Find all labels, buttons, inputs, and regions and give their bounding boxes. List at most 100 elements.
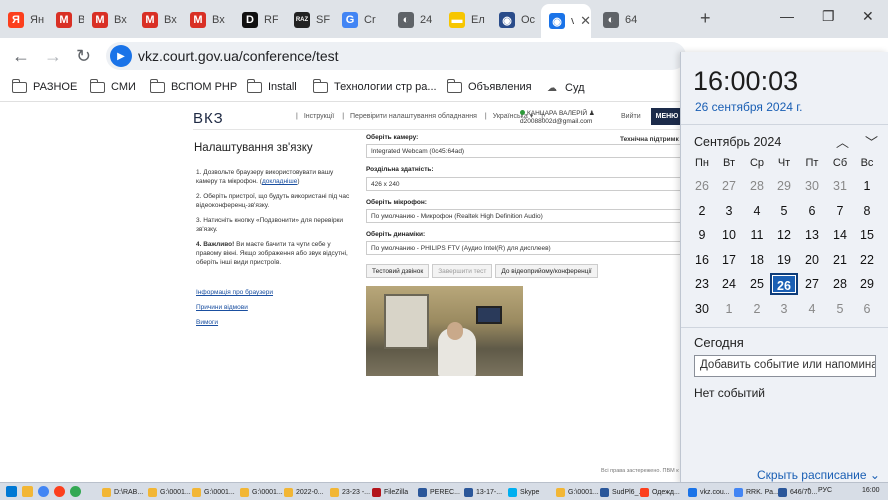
calendar-day[interactable]: 23 bbox=[688, 273, 716, 295]
calendar-day[interactable]: 7 bbox=[826, 200, 854, 222]
yandex-icon[interactable] bbox=[54, 486, 65, 497]
calendar-day[interactable]: 22 bbox=[853, 249, 881, 271]
calendar-day[interactable]: 8 bbox=[853, 200, 881, 222]
resolution-select[interactable]: 426 x 240 bbox=[366, 177, 680, 191]
site-logo[interactable]: ВКЗ bbox=[193, 110, 224, 127]
calendar-day[interactable]: 30 bbox=[798, 175, 826, 197]
browser-tab[interactable]: Я Ян bbox=[0, 6, 44, 34]
camera-select[interactable]: Integrated Webcam (0c45:64ad) bbox=[366, 144, 680, 158]
restore-button[interactable]: ❐ bbox=[822, 8, 835, 25]
bookmark-item[interactable]: Install bbox=[247, 78, 297, 93]
more-info-link[interactable]: докладніше bbox=[262, 178, 297, 185]
calendar-day[interactable]: 20 bbox=[798, 249, 826, 271]
calendar-day[interactable]: 2 bbox=[688, 200, 716, 222]
calendar-day[interactable]: 28 bbox=[743, 175, 771, 197]
calendar-day[interactable]: 25 bbox=[743, 273, 771, 295]
calendar-day[interactable]: 5 bbox=[770, 200, 798, 222]
microphone-select[interactable]: По умолчанию - Микрофон (Realtek High De… bbox=[366, 209, 680, 223]
browser-tab[interactable]: D RF bbox=[234, 6, 284, 34]
requirements-link[interactable]: Вимоги bbox=[196, 319, 218, 326]
new-tab-button[interactable]: + bbox=[700, 8, 711, 29]
taskbar-item[interactable]: 646/70... bbox=[778, 486, 822, 498]
taskbar-item[interactable]: PEREC... bbox=[418, 486, 462, 498]
bookmark-item[interactable]: ВСПОМ PHP bbox=[150, 78, 237, 93]
calendar-day[interactable]: 31 bbox=[826, 175, 854, 197]
url-text[interactable]: vkz.court.gov.ua/conference/test bbox=[138, 48, 339, 64]
calendar-day[interactable]: 1 bbox=[715, 298, 743, 320]
current-date-link[interactable]: 26 сентября 2024 г. bbox=[695, 100, 803, 114]
taskbar-item[interactable]: Skype bbox=[508, 486, 552, 498]
speakers-select[interactable]: По умолчанию - PHILIPS FTV (Аудио Intel(… bbox=[366, 241, 680, 255]
browser-tab[interactable]: MВх bbox=[84, 6, 132, 34]
calendar-day[interactable]: 12 bbox=[770, 224, 798, 246]
back-button[interactable]: ← bbox=[12, 46, 30, 67]
calendar-day[interactable]: 26 bbox=[688, 175, 716, 197]
calendar-day[interactable]: 18 bbox=[743, 249, 771, 271]
join-conference-button[interactable]: До відеоприйому/конференції bbox=[495, 264, 598, 278]
browser-tab[interactable]: MВх bbox=[48, 6, 84, 34]
bookmark-item[interactable]: ☁ Суд bbox=[545, 81, 585, 95]
add-event-input[interactable]: Добавить событие или напоминание bbox=[694, 355, 876, 377]
taskbar-item[interactable]: G:\0001... bbox=[192, 486, 236, 498]
chrome-icon[interactable] bbox=[70, 486, 81, 497]
calendar-day[interactable]: 26 bbox=[770, 273, 798, 295]
forward-button[interactable]: → bbox=[44, 46, 62, 67]
taskbar-item[interactable]: vkz.cou... bbox=[688, 486, 732, 498]
site-info-icon[interactable]: ▶ bbox=[110, 45, 132, 67]
browser-tab[interactable]: ▬ Ел bbox=[441, 6, 489, 34]
taskbar-item[interactable]: RRK. Ра... bbox=[734, 486, 778, 498]
reload-button[interactable]: ↻ bbox=[76, 46, 91, 67]
calendar-day[interactable]: 24 bbox=[715, 273, 743, 295]
browser-tab[interactable]: G Cr bbox=[334, 6, 388, 34]
windows-start-icon[interactable] bbox=[6, 486, 17, 497]
refusal-reasons-link[interactable]: Причини відмови bbox=[196, 304, 248, 311]
calendar-day[interactable]: 9 bbox=[688, 224, 716, 246]
close-window-button[interactable]: ✕ bbox=[862, 8, 874, 25]
calendar-day[interactable]: 2 bbox=[743, 298, 771, 320]
calendar-day[interactable]: 15 bbox=[853, 224, 881, 246]
chevron-up-icon[interactable]: ︿ bbox=[836, 132, 849, 151]
taskbar-item[interactable]: G:\0001... bbox=[240, 486, 284, 498]
taskbar-item[interactable]: D:\RAB... bbox=[102, 486, 146, 498]
calendar-day[interactable]: 10 bbox=[715, 224, 743, 246]
nav-check-equipment[interactable]: Перевірити налаштування обладнання bbox=[350, 113, 477, 120]
chevron-down-icon[interactable]: ﹀ bbox=[865, 132, 878, 151]
calendar-day[interactable]: 11 bbox=[743, 224, 771, 246]
taskbar-item[interactable]: 2022-0... bbox=[284, 486, 328, 498]
calendar-day[interactable]: 29 bbox=[770, 175, 798, 197]
bookmark-item[interactable]: СМИ bbox=[90, 78, 136, 93]
browser-tab[interactable]: MВх bbox=[134, 6, 180, 34]
browser-tab[interactable]: RAZ SF bbox=[286, 6, 332, 34]
calendar-day[interactable]: 4 bbox=[743, 200, 771, 222]
taskbar-item[interactable]: SudPl6_... bbox=[600, 486, 644, 498]
browser-tab[interactable]: ◉ vk ✕ bbox=[541, 4, 591, 38]
calendar-day[interactable]: 16 bbox=[688, 249, 716, 271]
calendar-day[interactable]: 3 bbox=[770, 298, 798, 320]
bookmark-item[interactable]: Технологии стр ра... bbox=[313, 78, 437, 93]
end-test-button[interactable]: Завершити тест bbox=[432, 264, 493, 278]
taskbar-item[interactable]: FileZilla bbox=[372, 486, 416, 498]
hide-schedule-link[interactable]: Скрыть расписание ⌄ bbox=[757, 468, 880, 482]
bookmark-item[interactable]: РАЗНОЕ bbox=[12, 78, 77, 93]
minimize-button[interactable]: — bbox=[780, 8, 794, 24]
taskbar-item[interactable]: 23-23 -... bbox=[330, 486, 374, 498]
calendar-day[interactable]: 29 bbox=[853, 273, 881, 295]
browser-tab[interactable]: ◐ 64 bbox=[595, 6, 647, 34]
calendar-day[interactable]: 28 bbox=[826, 273, 854, 295]
calendar-day[interactable]: 3 bbox=[715, 200, 743, 222]
calendar-day[interactable]: 19 bbox=[770, 249, 798, 271]
browser-tab[interactable]: ◉ Ос bbox=[491, 6, 539, 34]
browser-tab[interactable]: ◐ 24 bbox=[390, 6, 438, 34]
calendar-day[interactable]: 27 bbox=[715, 175, 743, 197]
calendar-month-title[interactable]: Сентябрь 2024 bbox=[694, 135, 781, 149]
taskbar-clock[interactable]: 16:00 bbox=[862, 487, 880, 494]
browsers-info-link[interactable]: Інформація про браузери bbox=[196, 289, 273, 296]
calendar-day[interactable]: 13 bbox=[798, 224, 826, 246]
bookmark-item[interactable]: Объявления bbox=[447, 78, 532, 93]
test-call-button[interactable]: Тестовий дзвінок bbox=[366, 264, 430, 278]
logout-link[interactable]: Вийти bbox=[621, 113, 641, 120]
taskbar-item[interactable]: Одежд... bbox=[640, 486, 684, 498]
calendar-day[interactable]: 4 bbox=[798, 298, 826, 320]
calendar-day[interactable]: 17 bbox=[715, 249, 743, 271]
calendar-day[interactable]: 6 bbox=[853, 298, 881, 320]
